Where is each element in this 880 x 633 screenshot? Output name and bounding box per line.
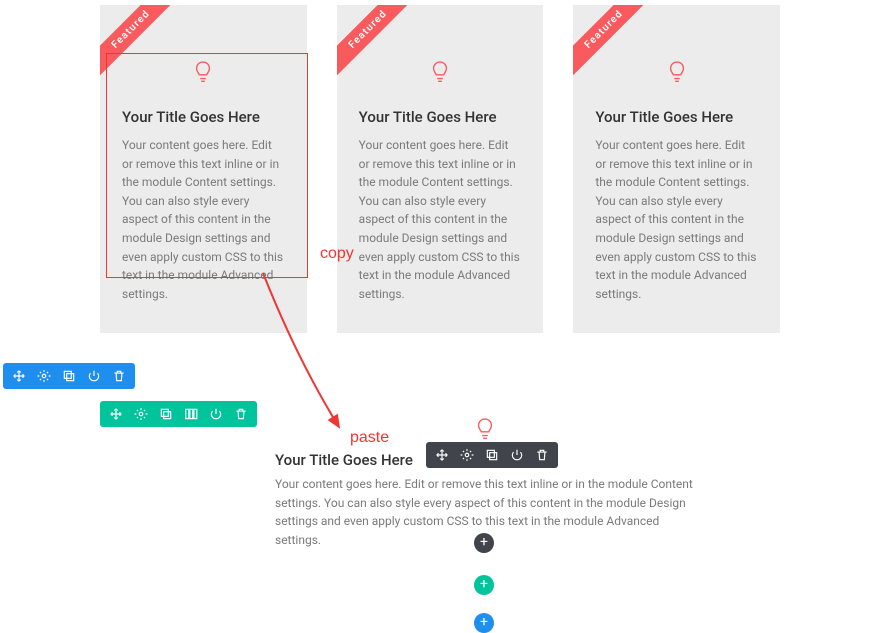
card-body: Your content goes here. Edit or remove t… bbox=[359, 136, 522, 303]
card-body: Your content goes here. Edit or remove t… bbox=[595, 136, 758, 303]
trash-icon[interactable] bbox=[234, 407, 248, 421]
row-toolbar bbox=[100, 401, 257, 427]
duplicate-icon[interactable] bbox=[159, 407, 173, 421]
card-title: Your Title Goes Here bbox=[122, 108, 285, 126]
gear-icon[interactable] bbox=[134, 407, 148, 421]
blurb-card[interactable]: Featured Your Title Goes Here Your conte… bbox=[337, 5, 544, 333]
columns-icon[interactable] bbox=[184, 407, 198, 421]
blurb-card[interactable]: Featured Your Title Goes Here Your conte… bbox=[100, 5, 307, 333]
bulb-icon bbox=[275, 417, 695, 443]
move-icon[interactable] bbox=[435, 448, 449, 462]
duplicate-icon[interactable] bbox=[485, 448, 499, 462]
bulb-icon bbox=[595, 60, 758, 86]
move-icon[interactable] bbox=[109, 407, 123, 421]
featured-cards-row: Featured Your Title Goes Here Your conte… bbox=[0, 5, 880, 333]
add-row-button[interactable]: + bbox=[474, 575, 494, 595]
power-icon[interactable] bbox=[510, 448, 524, 462]
copy-annotation: copy bbox=[320, 245, 354, 263]
blurb-card[interactable]: Featured Your Title Goes Here Your conte… bbox=[573, 5, 780, 333]
add-module-button[interactable]: + bbox=[474, 533, 494, 553]
gear-icon[interactable] bbox=[37, 369, 51, 383]
trash-icon[interactable] bbox=[535, 448, 549, 462]
power-icon[interactable] bbox=[209, 407, 223, 421]
module-toolbar bbox=[426, 442, 558, 468]
pasted-blurb[interactable]: Your Title Goes Here Your content goes h… bbox=[275, 417, 695, 549]
card-body: Your content goes here. Edit or remove t… bbox=[122, 136, 285, 303]
bulb-icon bbox=[122, 60, 285, 86]
bulb-icon bbox=[359, 60, 522, 86]
move-icon[interactable] bbox=[12, 369, 26, 383]
gear-icon[interactable] bbox=[460, 448, 474, 462]
power-icon[interactable] bbox=[87, 369, 101, 383]
duplicate-icon[interactable] bbox=[62, 369, 76, 383]
add-section-button[interactable]: + bbox=[474, 613, 494, 633]
card-title: Your Title Goes Here bbox=[359, 108, 522, 126]
trash-icon[interactable] bbox=[112, 369, 126, 383]
section-toolbar bbox=[3, 363, 135, 389]
card-title: Your Title Goes Here bbox=[595, 108, 758, 126]
